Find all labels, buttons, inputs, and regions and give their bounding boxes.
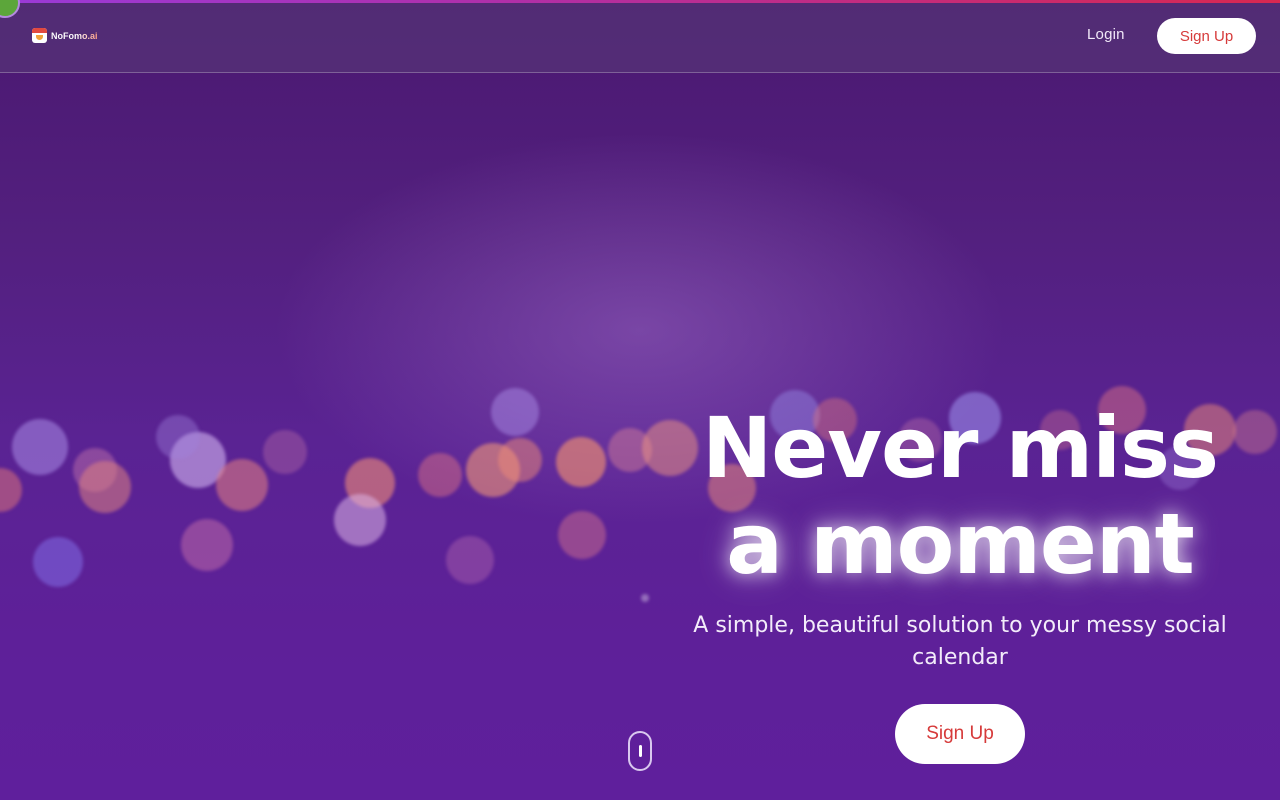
calendar-face-icon: [32, 28, 47, 43]
bokeh-light: [558, 511, 606, 559]
bokeh-light: [556, 437, 606, 487]
hero-signup-button[interactable]: Sign Up: [895, 704, 1025, 764]
bokeh-light: [181, 519, 233, 571]
mouse-scroll-icon[interactable]: [628, 731, 652, 771]
hero-headline: Never miss a moment: [660, 400, 1260, 592]
brand-name: NoFomo.ai: [51, 30, 98, 41]
bokeh-light: [216, 459, 268, 511]
bokeh-light: [418, 453, 462, 497]
headline-line-1: Never miss: [702, 399, 1219, 497]
bokeh-light: [491, 388, 539, 436]
hero-subtitle: A simple, beautiful solution to your mes…: [693, 613, 1227, 670]
bokeh-light: [446, 536, 494, 584]
bokeh-light: [641, 594, 649, 602]
bokeh-light: [12, 419, 68, 475]
site-header: NoFomo.ai Login Sign Up: [0, 0, 1280, 73]
bokeh-light: [156, 415, 200, 459]
bokeh-light: [79, 461, 131, 513]
bokeh-light: [33, 537, 83, 587]
landing-page: NoFomo.ai Login Sign Up Never miss a mom…: [0, 0, 1280, 800]
login-link[interactable]: Login: [1087, 26, 1125, 43]
brand-logo[interactable]: NoFomo.ai: [32, 28, 98, 43]
bokeh-light: [0, 468, 22, 512]
bokeh-light: [498, 438, 542, 482]
scroll-wheel-dot: [639, 745, 642, 757]
hero-section: Never miss a moment A simple, beautiful …: [660, 400, 1260, 764]
top-progress-bar: [0, 0, 1280, 3]
header-signup-button[interactable]: Sign Up: [1157, 18, 1256, 54]
bokeh-light: [334, 494, 386, 546]
bokeh-light: [263, 430, 307, 474]
headline-line-2: a moment: [726, 495, 1195, 593]
